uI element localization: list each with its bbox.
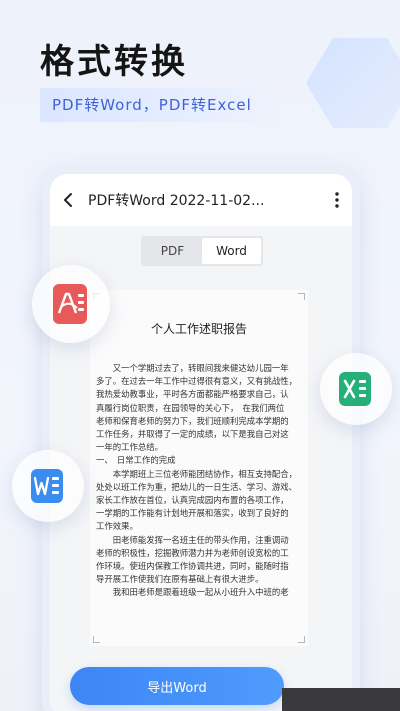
more-vertical-icon [335, 192, 339, 208]
export-word-button[interactable]: 导出Word [70, 667, 284, 705]
document-line: 本学期班上三位老师能团结协作，相互支持配合， [96, 468, 297, 479]
tab-pdf[interactable]: PDF [143, 238, 202, 264]
tab-word[interactable]: Word [202, 238, 261, 264]
document-page: 个人工作述职报告 又一个学期过去了，转眼间我来健达幼儿园一年 多了。在过去一年工… [90, 290, 308, 646]
crop-mark [298, 293, 305, 300]
more-options-button[interactable] [322, 174, 352, 226]
document-line: 我热爱幼教事业，平时各方面都能严格要求自己，认 [96, 389, 289, 400]
document-line: 一、 日常工作的完成 [96, 455, 176, 466]
page-subtitle: PDF转Word，PDF转Excel [40, 88, 280, 122]
document-body: 又一个学期过去了，转眼间我来健达幼儿园一年 多了。在过去一年工作中过得很有意义，… [96, 362, 302, 600]
document-title: PDF转Word 2022-11-02... [88, 193, 265, 209]
document-line: 一学期的工作能有计划地开展和落实，收到了良好的 [96, 508, 289, 519]
document-line: 老师的积极性，挖掘教师潜力并为老师创设宽松的工 [96, 547, 289, 558]
excel-file-icon [339, 372, 371, 406]
document-line: 又一个学期过去了，转眼间我来健达幼儿园一年 [96, 363, 289, 373]
document-line: 工作任务，并取得了一定的成绩，以下是我自己对这 [96, 429, 289, 440]
document-line: 田老师能发挥一名班主任的带头作用，注重调动 [96, 534, 289, 545]
pdf-badge [32, 265, 110, 343]
page-headline: 格式转换 [40, 42, 188, 82]
document-line: 导开展工作使我们在原有基础上有很大进步。 [96, 574, 264, 585]
document-line: 作环境。使班内保教工作协调共进，同时，能随时指 [96, 561, 289, 572]
word-file-icon [31, 469, 63, 503]
document-line: 我和田老师是跟着班级一起从小班升入中班的老 [96, 587, 289, 598]
back-button[interactable] [50, 174, 88, 226]
document-line: 工作效果。 [96, 521, 138, 532]
document-line: 多了。在过去一年工作中过得很有意义，又有挑战性， [96, 376, 297, 387]
phone-mockup: PDF转Word 2022-11-02... PDF Word 个人工作述职报告 [42, 166, 360, 711]
word-badge [12, 450, 84, 522]
document-line: 一年的工作总结。 [96, 442, 163, 453]
crop-mark [298, 636, 305, 643]
chevron-left-icon [64, 193, 72, 207]
decorative-hexagon [306, 38, 400, 128]
document-line: 老师和保育老师的努力下，我们班顺利完成本学期的 [96, 415, 289, 426]
view-mode-toggle: PDF Word [141, 236, 263, 266]
pdf-file-icon [53, 284, 87, 324]
document-line: 处处以班工作为重，把幼儿的一日生活、学习、游戏、 [96, 481, 297, 492]
app-bar: PDF转Word 2022-11-02... [50, 174, 352, 226]
overlay-block [282, 688, 400, 711]
document-line: 家长工作放在首位，认真完成园内布置的各项工作， [96, 495, 289, 506]
excel-badge [320, 353, 392, 425]
document-line: 真履行岗位职责，在园领导的关心下， 在我们两位 [96, 402, 285, 413]
document-heading: 个人工作述职报告 [150, 322, 247, 336]
crop-mark [93, 636, 100, 643]
